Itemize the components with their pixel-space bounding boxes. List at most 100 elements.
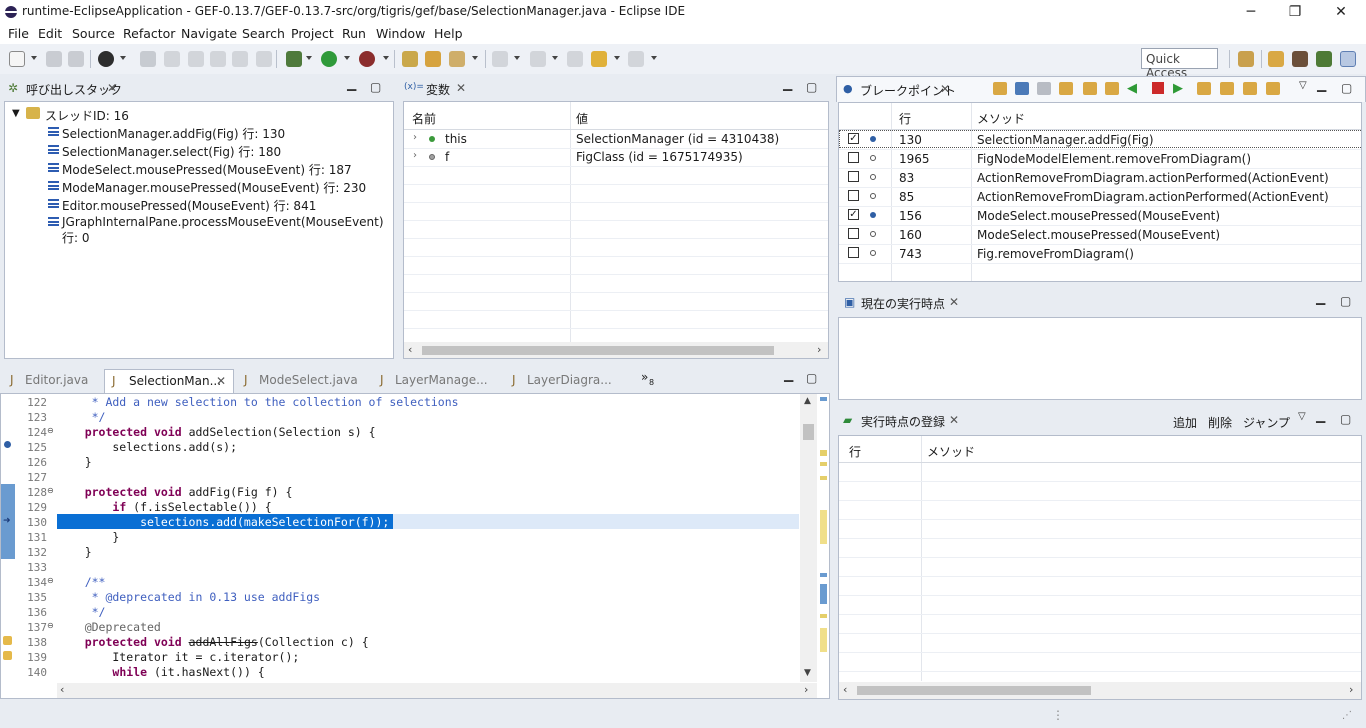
stack-frame-0[interactable]: SelectionManager.addFig(Fig) 行: 130 xyxy=(62,125,285,142)
profile-icon[interactable] xyxy=(98,51,114,67)
code-line[interactable]: */ xyxy=(57,605,106,619)
registered-col-method[interactable]: メソッド xyxy=(927,443,975,460)
breakpoints-minimize-icon[interactable]: ▁ xyxy=(1317,78,1326,92)
editor-tab-selectionmanager[interactable]: SelectionMan... xyxy=(129,374,221,388)
breakpoint-line-3[interactable]: 85 xyxy=(899,190,914,204)
debug-perspective-icon[interactable] xyxy=(1316,51,1332,67)
suspend-disabled-icon[interactable] xyxy=(188,51,204,67)
forward-icon[interactable] xyxy=(628,51,644,67)
menu-help[interactable]: Help xyxy=(434,26,463,41)
editor-vscrollbar[interactable]: ▲ ▼ xyxy=(800,394,817,682)
open-type-icon[interactable] xyxy=(425,51,441,67)
editor-tab-modeselect[interactable]: ModeSelect.java xyxy=(259,373,358,387)
registered-view-menu-icon[interactable]: ▽ xyxy=(1298,411,1306,422)
menu-navigate[interactable]: Navigate xyxy=(181,26,237,41)
forward-dropdown-icon[interactable] xyxy=(651,56,657,60)
code-line[interactable]: */ xyxy=(57,410,106,424)
new-package-icon[interactable] xyxy=(402,51,418,67)
stack-frame-4[interactable]: Editor.mousePressed(MouseEvent) 行: 841 xyxy=(62,197,316,214)
overview-mark[interactable] xyxy=(820,450,827,456)
step-over-forward-icon[interactable] xyxy=(1220,82,1234,95)
code-line[interactable]: @Deprecated xyxy=(57,620,161,634)
breakpoint-checkbox-1[interactable] xyxy=(848,152,859,163)
code-line[interactable]: } xyxy=(57,455,92,469)
code-line[interactable]: /** xyxy=(57,575,106,589)
overview-mark[interactable] xyxy=(820,462,827,466)
editor-tab-active[interactable]: J SelectionMan... ✕ xyxy=(104,369,234,393)
var-value-f[interactable]: FigClass (id = 1675174935) xyxy=(576,150,743,164)
breakpoint-line-5[interactable]: 160 xyxy=(899,228,922,242)
external-tools-dropdown-icon[interactable] xyxy=(383,56,389,60)
variables-minimize-icon[interactable]: ▁ xyxy=(783,77,792,91)
registered-col-line[interactable]: 行 xyxy=(849,443,861,460)
expand-this-icon[interactable]: › xyxy=(413,132,417,143)
overview-mark[interactable] xyxy=(820,510,827,544)
callstack-minimize-icon[interactable]: ▁ xyxy=(347,77,356,91)
code-line[interactable]: Iterator it = c.iterator(); xyxy=(57,650,299,664)
search-dropdown-icon[interactable] xyxy=(472,56,478,60)
variables-hscrollbar[interactable]: ‹ › xyxy=(404,342,828,358)
open-perspective-icon[interactable] xyxy=(1238,51,1254,67)
resume-icon[interactable]: ▶ xyxy=(1173,81,1183,96)
registered-close-icon[interactable]: ✕ xyxy=(949,413,959,427)
breakpoints-col-method[interactable]: メソッド xyxy=(977,110,1025,127)
registered-jump-button[interactable]: ジャンプ xyxy=(1243,414,1290,431)
editor-hscrollbar[interactable]: ‹ › xyxy=(57,683,817,698)
variables-col-name[interactable]: 名前 xyxy=(412,110,436,127)
save-icon[interactable] xyxy=(46,51,62,67)
run-to-line-icon[interactable] xyxy=(1266,82,1280,95)
profile-dropdown-icon[interactable] xyxy=(120,56,126,60)
current-point-minimize-icon[interactable]: ▁ xyxy=(1316,291,1325,305)
search-tool-icon[interactable] xyxy=(449,51,465,67)
breakpoint-method-2[interactable]: ActionRemoveFromDiagram.actionPerformed(… xyxy=(977,171,1329,185)
breakpoint-method-1[interactable]: FigNodeModelElement.removeFromDiagram() xyxy=(977,152,1251,166)
callstack-maximize-icon[interactable]: ▢ xyxy=(370,80,381,94)
breakpoint-line-6[interactable]: 743 xyxy=(899,247,922,261)
overview-mark[interactable] xyxy=(820,584,827,604)
step-into-icon[interactable] xyxy=(1059,82,1073,95)
breakpoint-method-6[interactable]: Fig.removeFromDiagram() xyxy=(977,247,1134,261)
breakpoint-line-4[interactable]: 156 xyxy=(899,209,922,223)
current-point-tab[interactable]: 現在の実行時点 xyxy=(861,295,945,312)
debug-dropdown-icon[interactable] xyxy=(306,56,312,60)
breakpoint-checkbox-0[interactable]: ✓ xyxy=(848,133,859,144)
overview-mark[interactable] xyxy=(820,614,827,618)
registered-minimize-icon[interactable]: ▁ xyxy=(1316,409,1325,423)
breakpoint-line-2[interactable]: 83 xyxy=(899,171,914,185)
stack-frame-5[interactable]: JGraphInternalPane.processMouseEvent(Mou… xyxy=(62,215,393,246)
tree-icon[interactable] xyxy=(1015,82,1029,95)
variables-scroll-thumb[interactable] xyxy=(422,346,774,355)
breakpoint-checkbox-4[interactable]: ✓ xyxy=(848,209,859,220)
resume-disabled-icon[interactable] xyxy=(164,51,180,67)
code-line[interactable]: protected void addSelection(Selection s)… xyxy=(57,425,376,439)
variables-close-icon[interactable]: ✕ xyxy=(456,81,466,95)
variables-maximize-icon[interactable]: ▢ xyxy=(806,80,817,94)
registered-hscrollbar[interactable]: ‹ › xyxy=(839,682,1361,699)
stack-frame-2[interactable]: ModeSelect.mousePressed(MouseEvent) 行: 1… xyxy=(62,161,352,178)
code-line[interactable]: selections.add(s); xyxy=(57,440,237,454)
external-tools-icon[interactable] xyxy=(359,51,375,67)
team-perspective-icon[interactable] xyxy=(1292,51,1308,67)
prev-annotation-dropdown-icon[interactable] xyxy=(552,56,558,60)
menu-run[interactable]: Run xyxy=(342,26,366,41)
breakpoint-line-1[interactable]: 1965 xyxy=(899,152,930,166)
step-forward-icon[interactable] xyxy=(1197,82,1211,95)
breakpoint-method-4[interactable]: ModeSelect.mousePressed(MouseEvent) xyxy=(977,209,1220,223)
step-icon[interactable] xyxy=(210,51,226,67)
code-line[interactable]: } xyxy=(57,530,119,544)
step-return-icon[interactable] xyxy=(1105,82,1119,95)
fold-icon[interactable]: ⊖ xyxy=(47,621,54,630)
terminate-icon[interactable] xyxy=(1152,82,1164,94)
fold-icon[interactable]: ⊖ xyxy=(47,576,54,585)
current-point-maximize-icon[interactable]: ▢ xyxy=(1340,294,1351,308)
editor-tab-close-icon[interactable]: ✕ xyxy=(216,374,226,388)
breakpoint-checkbox-6[interactable] xyxy=(848,247,859,258)
resume-back-icon[interactable]: ◀ xyxy=(1127,81,1137,96)
registered-maximize-icon[interactable]: ▢ xyxy=(1340,412,1351,426)
save-all-icon[interactable] xyxy=(68,51,84,67)
more-tabs-button[interactable]: » xyxy=(641,370,648,384)
code-line[interactable]: protected void addAllFigs(Collection c) … xyxy=(57,635,369,649)
menu-project[interactable]: Project xyxy=(291,26,334,41)
code-line[interactable]: * @deprecated in 0.13 use addFigs xyxy=(57,590,321,604)
menu-edit[interactable]: Edit xyxy=(38,26,62,41)
